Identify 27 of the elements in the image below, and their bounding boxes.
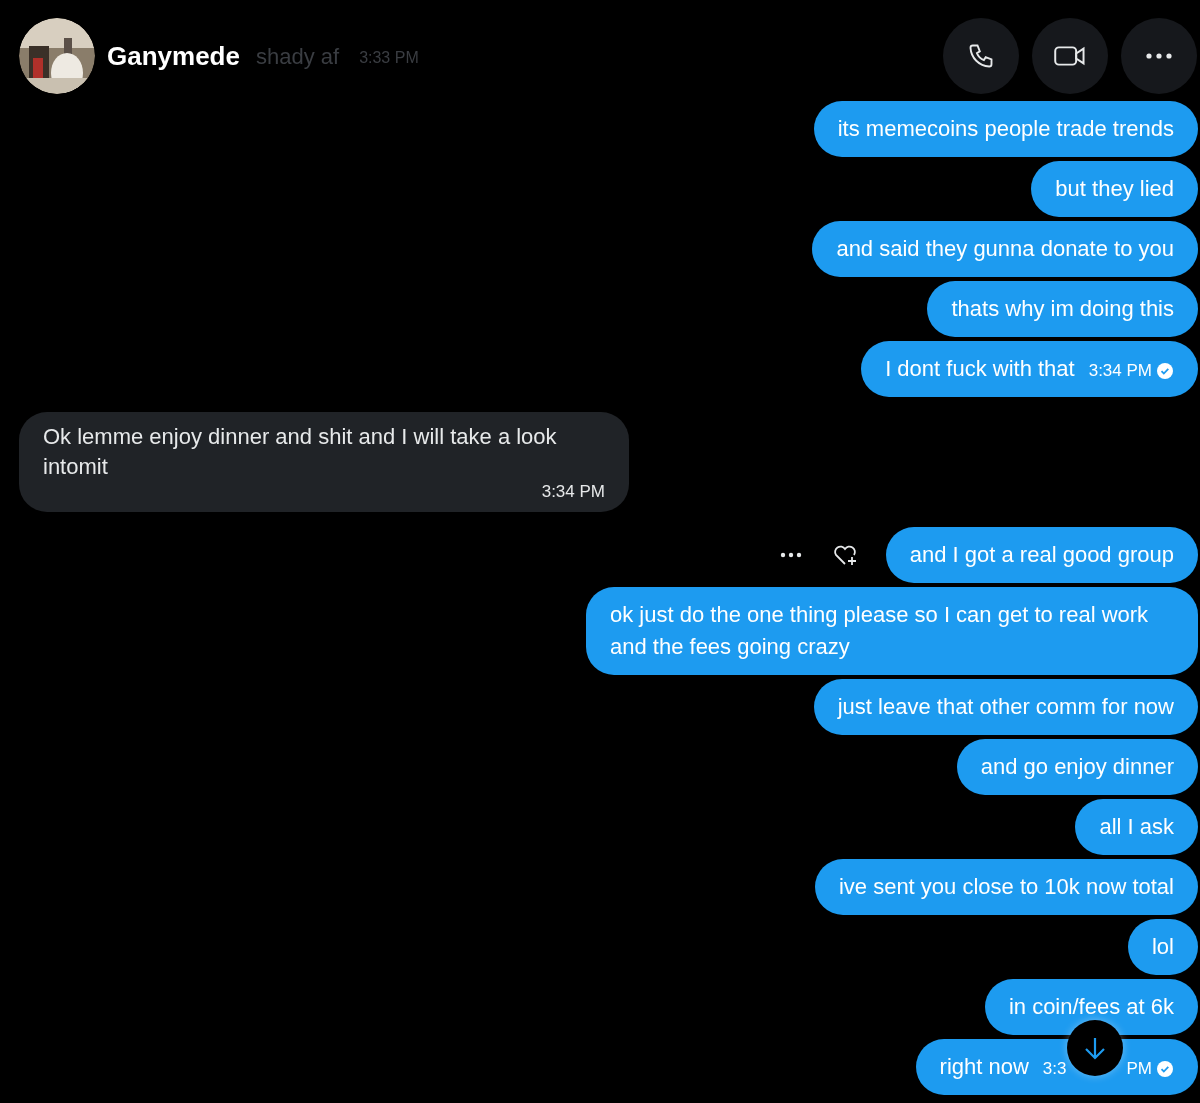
message-text: I dont fuck with that [885,355,1075,383]
message-text: thats why im doing this [951,295,1174,323]
message-text: and I got a real good group [909,541,1174,569]
message-text: in coin/fees at 6k [1008,993,1174,1021]
message-text: ok just do the one thing please so I can get to real work and the fees going crazy [610,601,1150,661]
more-icon[interactable] [779,552,802,558]
message-time: 3:3 [1042,1058,1067,1080]
message-text: and go enjoy dinner [980,753,1174,781]
message-time: 3:34 PM [541,482,605,502]
message-text: lol [1152,933,1174,961]
message-text: all I ask [1099,813,1174,841]
phone-icon [967,42,995,70]
down-arrow-icon [1084,1036,1106,1060]
message-text: Ok lemme enjoy dinner and shit and I will take a look intomit [43,423,558,481]
message-time: PM [1126,1058,1152,1080]
preview-time: 3:33 PM [359,48,419,68]
message-text: just leave that other comm for now [837,693,1174,721]
more-icon [1146,53,1172,59]
message-text: ive sent you close to 10k now total [838,873,1174,901]
message-time: 3:34 PM [1088,360,1152,382]
add-reaction-icon[interactable] [831,543,858,567]
contact-name: Ganymede [107,39,240,73]
message-text: but they lied [1055,175,1174,203]
message-preview: shady af [255,42,340,71]
message-text: right now [939,1053,1029,1081]
message-text: and said they gunna donate to you [836,235,1174,263]
message-text: its memecoins people trade trends [837,115,1174,143]
